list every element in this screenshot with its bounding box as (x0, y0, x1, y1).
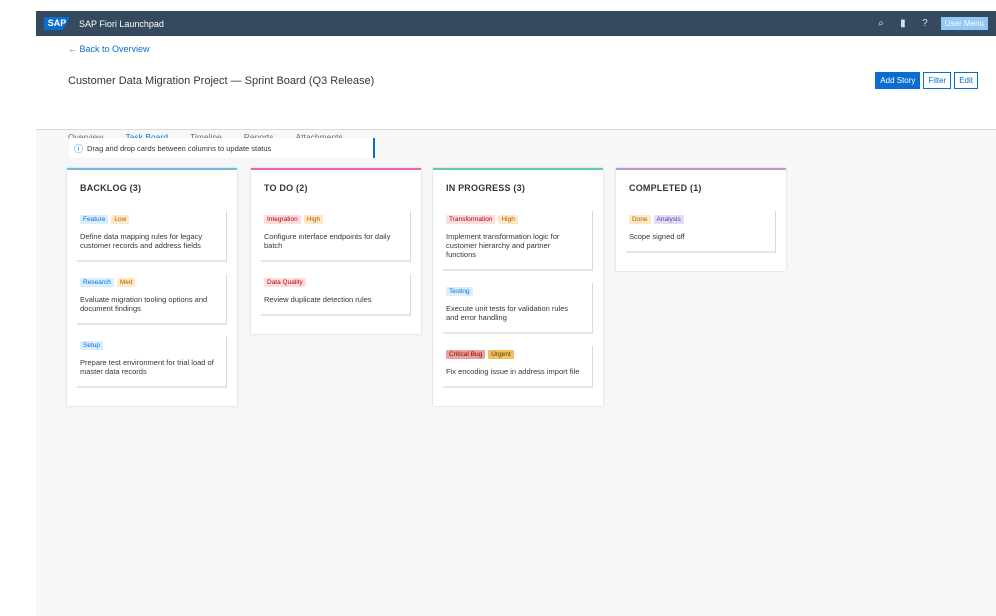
back-link[interactable]: ← Back to Overview (68, 44, 150, 54)
card-tag: Med (116, 278, 136, 287)
task-card[interactable]: Setup Prepare test environment for trial … (77, 337, 227, 388)
card-tags: Integration High (264, 215, 400, 224)
notifications-icon[interactable]: ▮ (897, 18, 909, 29)
card-text: Scope signed off (629, 232, 685, 241)
card-tag: Urgent (488, 350, 514, 359)
column-footer (77, 400, 227, 406)
card-tag: High (498, 215, 518, 224)
column-footer (626, 265, 776, 271)
card-text: Execute unit tests for validation rules … (446, 304, 569, 322)
card-tags: Feature Low (80, 215, 216, 224)
card-tag: Setup (80, 341, 103, 350)
sap-logo[interactable]: SAP (44, 17, 70, 30)
card-tags: Critical Bug Urgent (446, 350, 582, 359)
card-text: Define data mapping rules for legacy cus… (80, 232, 203, 250)
help-icon[interactable]: ? (919, 18, 931, 29)
card-tag: Transformation (446, 215, 496, 224)
task-card[interactable]: Data Quality Review duplicate detection r… (261, 274, 411, 316)
card-tags: Done Analysis (629, 215, 765, 224)
task-card[interactable]: Testing Execute unit tests for validation… (443, 283, 593, 334)
board-column: IN PROGRESS (3) Transformation High Impleme… (433, 168, 603, 406)
task-card[interactable]: Done Analysis Scope signed off (626, 211, 776, 253)
card-tags: Transformation High (446, 215, 582, 224)
card-tag: Analysis (653, 215, 684, 224)
column-footer (261, 328, 411, 334)
task-card[interactable]: Transformation High Implement transformati… (443, 211, 593, 271)
card-tags: Setup (80, 341, 216, 350)
column-title: COMPLETED (1) (629, 183, 702, 193)
card-text: Prepare test environment for trial load … (80, 358, 214, 376)
column-title: BACKLOG (3) (80, 183, 142, 193)
card-tag: Research (80, 278, 114, 287)
card-tag: Critical Bug (446, 350, 486, 359)
column-title: IN PROGRESS (3) (446, 183, 526, 193)
board-column: BACKLOG (3) Feature Low Define data mapping… (67, 168, 237, 406)
card-text: Evaluate migration tooling options and d… (80, 295, 208, 313)
board-column: COMPLETED (1) Done Analysis Scope signed of… (616, 168, 786, 271)
card-text: Fix encoding issue in address import fil… (446, 367, 580, 376)
card-text: Implement transformation logic for custo… (446, 232, 560, 259)
filter-button[interactable]: Filter (923, 72, 952, 89)
shell-actions: ⌕ ▮ ? User Menu (875, 17, 988, 30)
search-icon[interactable]: ⌕ (875, 18, 887, 29)
board-column: TO DO (2) Integration High Configure interf… (251, 168, 421, 334)
task-card[interactable]: Research Med Evaluate migration tooling op… (77, 274, 227, 325)
task-card[interactable]: Critical Bug Urgent Fix encoding issue in … (443, 346, 593, 388)
info-icon: ⓘ (74, 143, 84, 154)
task-card[interactable]: Feature Low Define data mapping rules for … (77, 211, 227, 262)
app-window: SAP SAP Fiori Launchpad ⌕ ▮ ? User Menu … (36, 11, 996, 616)
object-header: ← Back to Overview Customer Data Migrati… (36, 36, 996, 150)
card-tag: Done (629, 215, 651, 224)
card-tag: Data Quality (264, 278, 306, 287)
card-text: Configure interface endpoints for daily … (264, 232, 391, 250)
add-story-button[interactable]: Add Story (875, 72, 921, 89)
column-footer (443, 400, 593, 406)
card-tag: Low (111, 215, 130, 224)
card-tags: Research Med (80, 278, 216, 287)
card-tags: Testing (446, 287, 582, 296)
task-card[interactable]: Integration High Configure interface endpo… (261, 211, 411, 262)
shell-bar: SAP SAP Fiori Launchpad ⌕ ▮ ? User Menu (36, 11, 996, 36)
card-tag: High (303, 215, 324, 224)
page-title: Customer Data Migration Project — Sprint… (68, 75, 375, 87)
edit-button[interactable]: Edit (954, 72, 978, 89)
card-tags: Data Quality (264, 278, 400, 287)
info-text: Drag and drop cards between columns to u… (87, 143, 272, 153)
card-tag: Testing (446, 287, 473, 296)
column-title: TO DO (2) (264, 183, 308, 193)
info-strip: ⓘ Drag and drop cards between columns to… (69, 138, 375, 158)
user-menu-button[interactable]: User Menu (940, 17, 988, 30)
shell-title: SAP Fiori Launchpad (79, 18, 164, 29)
card-text: Review duplicate detection rules (264, 295, 372, 304)
card-tag: Integration (264, 215, 301, 224)
card-tag: Feature (80, 215, 109, 224)
header-actions: Add Story Filter Edit (875, 72, 978, 89)
